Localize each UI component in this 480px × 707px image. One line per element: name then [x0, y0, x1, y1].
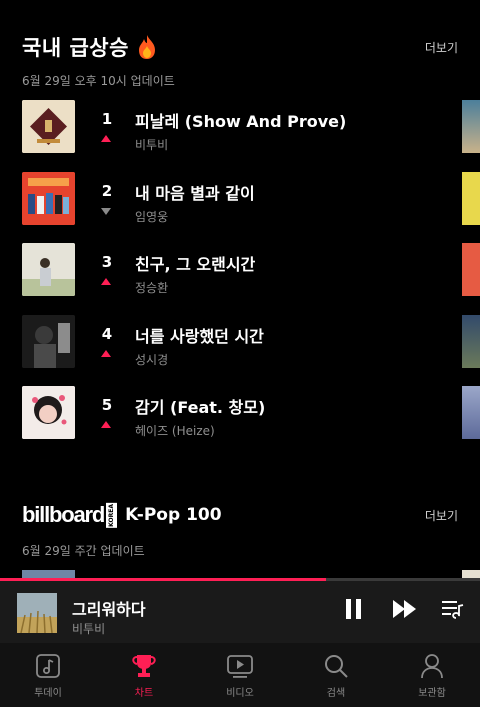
- rank-up-icon: [101, 349, 111, 357]
- next-column-album-art[interactable]: [462, 314, 480, 368]
- hot-chart-updated: 6월 29일 오후 10시 업데이트: [22, 74, 175, 88]
- bottom-tab-bar: 투데이 차트 비디오 검색 보관함: [0, 643, 480, 707]
- now-playing-album-art[interactable]: [17, 593, 57, 634]
- tab-label: 비디오: [226, 688, 254, 699]
- tab-label: 검색: [326, 688, 346, 699]
- billboard-more-link[interactable]: 더보기: [425, 507, 458, 524]
- billboard-korea-tag: KOREA: [106, 502, 118, 528]
- chart-rank: 1: [101, 110, 113, 128]
- hot-chart-title: 국내 급상승: [22, 32, 157, 62]
- song-title[interactable]: 너를 사랑했던 시간: [135, 323, 264, 347]
- artist-name[interactable]: 성시경: [135, 351, 168, 368]
- playback-progress-fill: [0, 578, 327, 581]
- artist-name[interactable]: 임영웅: [135, 208, 168, 225]
- rank-up-icon: [101, 278, 111, 285]
- song-title[interactable]: 내 마음 별과 같이: [135, 180, 255, 204]
- billboard-title: K-Pop 100: [125, 505, 222, 525]
- chart-rank: 2: [101, 181, 113, 200]
- search-icon: [325, 655, 348, 678]
- billboard-header: billboard KOREA K-Pop 100 더보기 6월 29일 주간 …: [22, 502, 458, 559]
- rank-up-icon: [101, 421, 111, 428]
- pause-icon[interactable]: [344, 598, 364, 620]
- now-playing-artist[interactable]: 비투비: [72, 620, 105, 637]
- tab-library[interactable]: 보관함: [384, 643, 480, 707]
- artist-name[interactable]: 정승환: [135, 279, 168, 296]
- tab-label: 차트: [134, 688, 154, 699]
- billboard-first-row-peek: [22, 570, 75, 578]
- billboard-logo: billboard: [22, 502, 105, 527]
- chart-rank: 4: [101, 324, 113, 343]
- chart-row[interactable]: 3 친구, 그 오랜시간 정승환: [22, 243, 480, 315]
- chart-rank: 5: [101, 396, 113, 414]
- album-art[interactable]: [22, 171, 75, 225]
- billboard-next-peek: [462, 570, 480, 578]
- hot-chart-header: 국내 급상승 더보기 6월 29일 오후 10시 업데이트: [22, 32, 458, 89]
- hot-chart-list: 1 피날레 (Show And Prove) 비투비 2 내 마음 별과 같이 …: [22, 100, 480, 458]
- chart-row[interactable]: 2 내 마음 별과 같이 임영웅: [22, 171, 480, 244]
- hot-chart-more-link[interactable]: 더보기: [425, 39, 458, 56]
- person-icon: [421, 654, 443, 679]
- playlist-icon[interactable]: [441, 598, 465, 620]
- tab-today[interactable]: 투데이: [0, 643, 96, 707]
- trophy-icon: [132, 655, 156, 677]
- video-play-icon: [227, 655, 253, 678]
- skip-next-icon[interactable]: [392, 598, 418, 620]
- chart-row[interactable]: 4 너를 사랑했던 시간 성시경: [22, 314, 480, 387]
- rank-down-icon: [101, 207, 111, 215]
- tab-label: 투데이: [34, 688, 62, 699]
- album-art[interactable]: [22, 100, 75, 153]
- next-column-album-art[interactable]: [462, 100, 480, 153]
- fire-icon: [138, 35, 155, 59]
- album-art[interactable]: [22, 243, 75, 296]
- now-playing-title[interactable]: 그리워하다: [72, 596, 146, 620]
- chart-row[interactable]: 1 피날레 (Show And Prove) 비투비: [22, 100, 480, 172]
- music-note-icon: [36, 654, 60, 678]
- next-column-album-art[interactable]: [462, 243, 480, 296]
- tab-search[interactable]: 검색: [288, 643, 384, 707]
- album-art[interactable]: [22, 386, 75, 439]
- playback-progress[interactable]: [0, 578, 480, 581]
- album-art[interactable]: [22, 314, 75, 368]
- song-title[interactable]: 감기 (Feat. 창모): [135, 394, 265, 418]
- tab-chart[interactable]: 차트: [96, 643, 192, 707]
- artist-name[interactable]: 헤이즈 (Heize): [135, 422, 215, 439]
- mini-player[interactable]: 그리워하다 비투비: [0, 578, 480, 643]
- artist-name[interactable]: 비투비: [135, 136, 168, 153]
- chart-rank: 3: [101, 253, 113, 271]
- next-column-album-art[interactable]: [462, 386, 480, 439]
- tab-label: 보관함: [418, 688, 446, 699]
- chart-row[interactable]: 5 감기 (Feat. 창모) 헤이즈 (Heize): [22, 386, 480, 458]
- song-title[interactable]: 피날레 (Show And Prove): [135, 108, 346, 132]
- tab-video[interactable]: 비디오: [192, 643, 288, 707]
- next-column-album-art[interactable]: [462, 171, 480, 225]
- song-title[interactable]: 친구, 그 오랜시간: [135, 251, 255, 275]
- rank-up-icon: [101, 135, 111, 142]
- billboard-updated: 6월 29일 주간 업데이트: [22, 544, 145, 558]
